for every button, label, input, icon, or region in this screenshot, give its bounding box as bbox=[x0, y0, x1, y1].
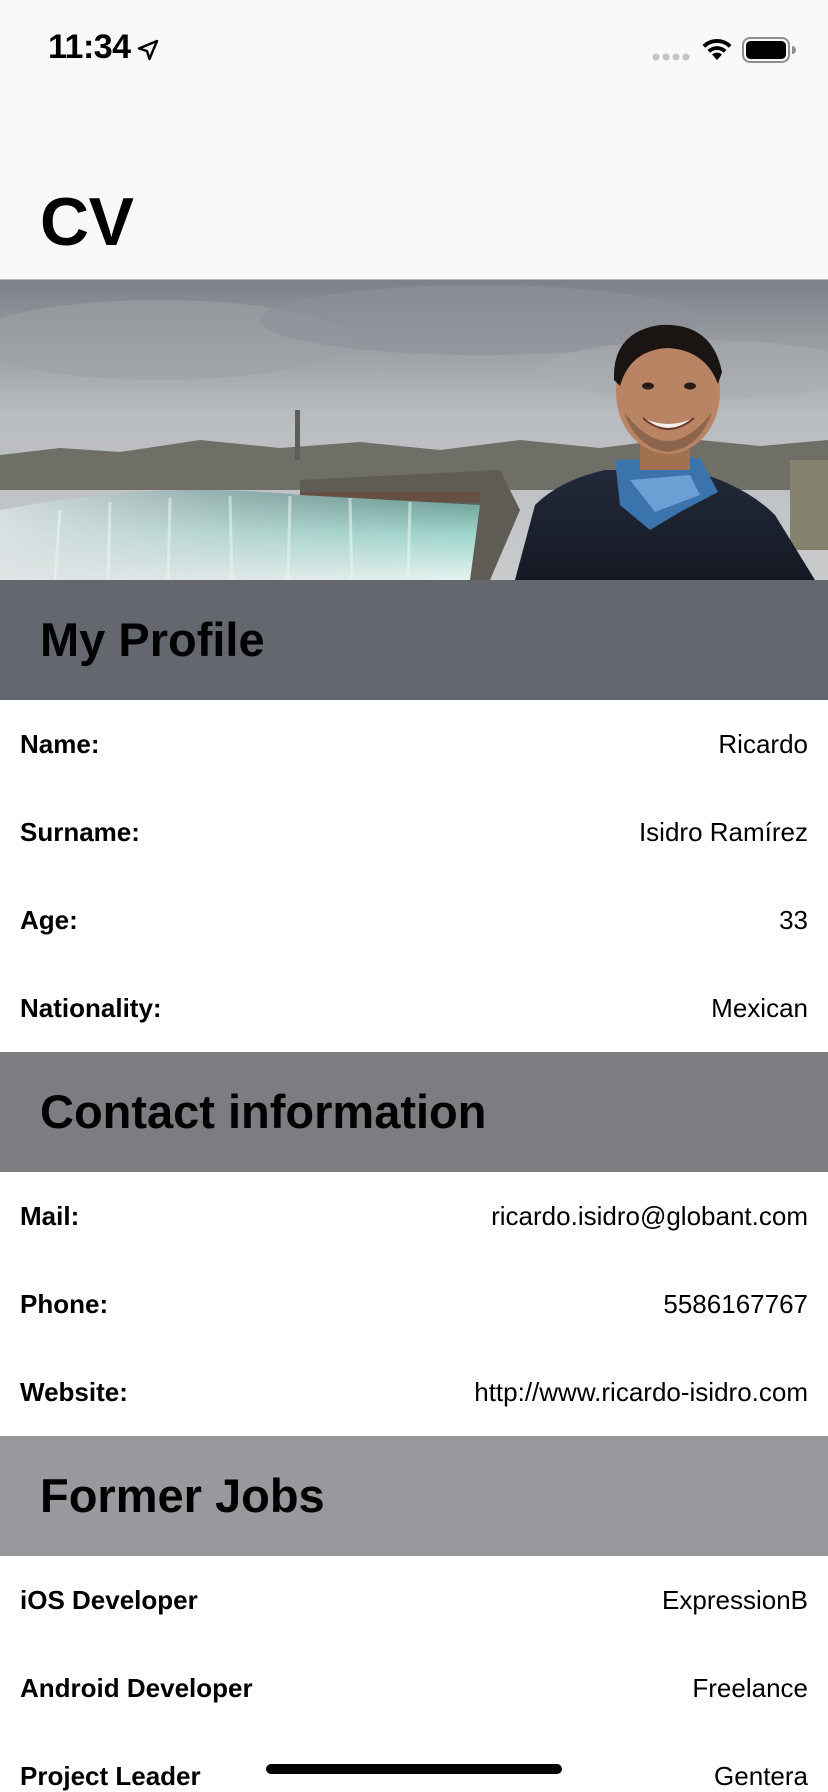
section-header-contact: Contact information bbox=[0, 1052, 828, 1172]
profile-row-age: Age: 33 bbox=[0, 876, 828, 964]
row-label: iOS Developer bbox=[20, 1585, 198, 1615]
job-row-project-leader: Project Leader Gentera bbox=[0, 1732, 828, 1792]
row-value: ExpressionB bbox=[662, 1585, 808, 1615]
status-time: 11:34 bbox=[48, 28, 131, 66]
home-indicator[interactable] bbox=[266, 1764, 562, 1774]
section-header-jobs: Former Jobs bbox=[0, 1436, 828, 1556]
row-value: 33 bbox=[779, 905, 808, 935]
contact-row-phone[interactable]: Phone: 5586167767 bbox=[0, 1260, 828, 1348]
row-label: Nationality: bbox=[20, 993, 162, 1023]
row-label: Mail: bbox=[20, 1201, 80, 1231]
location-arrow-icon bbox=[137, 39, 159, 61]
row-value: Freelance bbox=[692, 1673, 808, 1703]
job-row-android-developer: Android Developer Freelance bbox=[0, 1644, 828, 1732]
wifi-icon bbox=[702, 38, 732, 60]
phone-link[interactable]: 5586167767 bbox=[663, 1288, 808, 1320]
row-value: Mexican bbox=[711, 993, 808, 1023]
profile-row-nationality: Nationality: Mexican bbox=[0, 964, 828, 1052]
contact-row-website[interactable]: Website: http://www.ricardo-isidro.com bbox=[0, 1348, 828, 1436]
profile-header-photo bbox=[0, 280, 828, 580]
section-title-contact: Contact information bbox=[40, 1085, 487, 1138]
battery-icon bbox=[742, 37, 796, 63]
row-label: Website: bbox=[20, 1377, 128, 1407]
section-title-jobs: Former Jobs bbox=[40, 1469, 325, 1522]
cellular-signal-icon bbox=[652, 53, 690, 61]
row-label: Project Leader bbox=[20, 1761, 201, 1791]
row-value: Isidro Ramírez bbox=[638, 817, 808, 847]
section-title-profile: My Profile bbox=[40, 613, 265, 666]
job-row-ios-developer: iOS Developer ExpressionB bbox=[0, 1556, 828, 1644]
row-label: Age: bbox=[20, 905, 78, 935]
row-label: Surname: bbox=[20, 817, 140, 847]
profile-row-name: Name: Ricardo bbox=[0, 700, 828, 788]
page-title: CV bbox=[40, 184, 134, 260]
row-value: Ricardo bbox=[718, 729, 808, 759]
row-label: Name: bbox=[20, 729, 100, 759]
navigation-bar: CV bbox=[0, 100, 828, 280]
mail-link[interactable]: ricardo.isidro@globant.com bbox=[491, 1200, 808, 1232]
contact-row-mail[interactable]: Mail: ricardo.isidro@globant.com bbox=[0, 1172, 828, 1260]
website-link[interactable]: http://www.ricardo-isidro.com bbox=[474, 1376, 808, 1408]
status-bar: 11:34 bbox=[0, 0, 828, 100]
profile-row-surname: Surname: Isidro Ramírez bbox=[0, 788, 828, 876]
row-label: Phone: bbox=[20, 1289, 109, 1319]
section-header-profile: My Profile bbox=[0, 580, 828, 700]
cv-screen: 11:34 CV My Profile Name: Ricardo Surnam… bbox=[0, 0, 828, 1792]
row-value: Gentera bbox=[714, 1761, 808, 1791]
row-label: Android Developer bbox=[20, 1673, 253, 1703]
